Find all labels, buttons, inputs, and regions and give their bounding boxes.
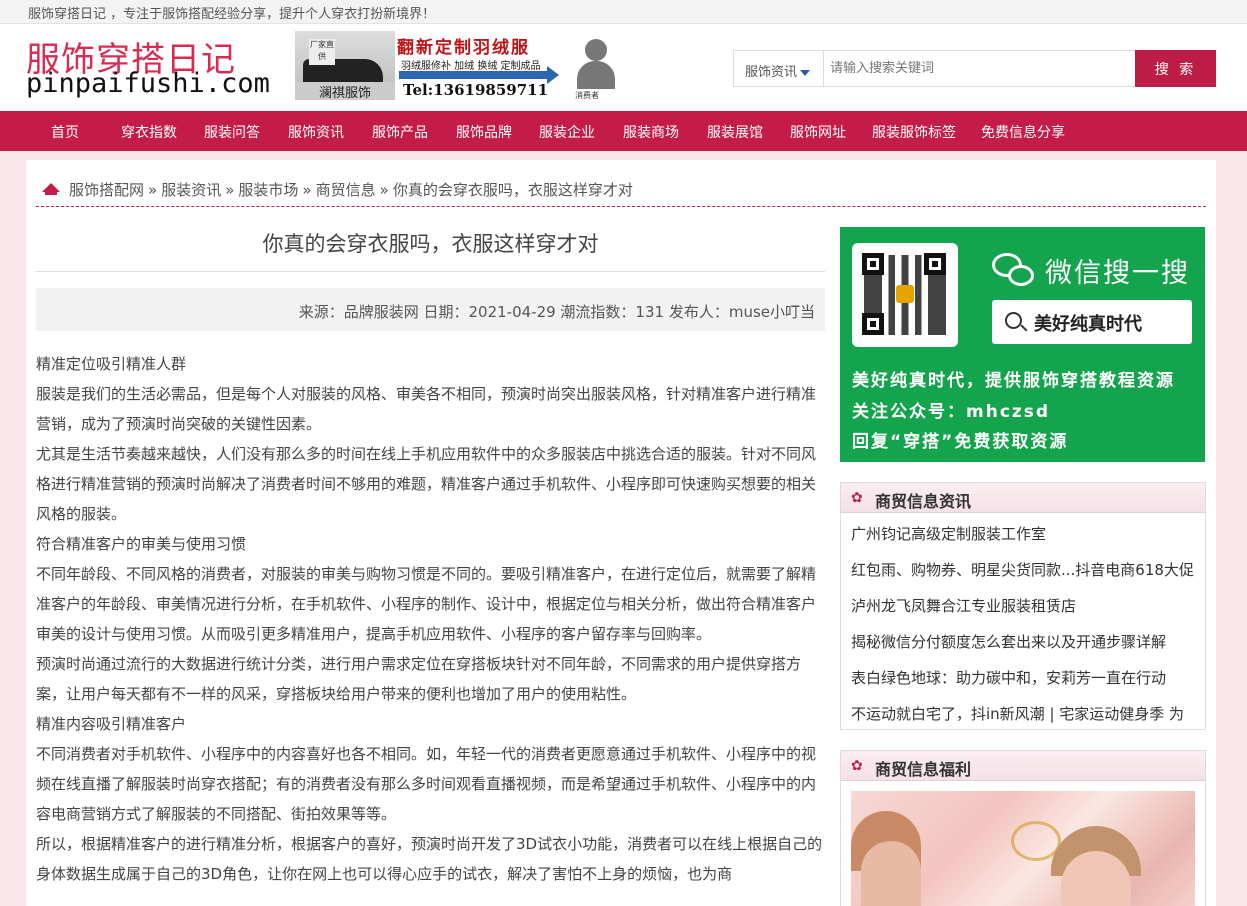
trade-welfare-box: ✿ 商贸信息福利 xyxy=(840,750,1206,906)
header: 服饰穿搭日记 pinpaifushi.com 厂家直供 澜祺服饰 翻新定制羽绒服… xyxy=(0,24,1247,111)
wechat-title: 微信搜一搜 xyxy=(1045,258,1190,289)
box-title: 商贸信息福利 xyxy=(875,760,972,779)
list-item[interactable]: 广州钧记高级定制服装工作室 xyxy=(851,516,1205,552)
flower-icon: ✿ xyxy=(851,758,863,774)
article-paragraph: 服装是我们的生活必需品，但是每个人对服装的风格、审美各不相同，预演时尚突出服装风… xyxy=(36,385,817,433)
nav-item-tags[interactable]: 服装服饰标签 xyxy=(872,122,956,142)
article-meta: 来源：品牌服装网 日期：2021-04-29 潮流指数：131 发布人：muse… xyxy=(36,288,825,331)
article-paragraph: 精准内容吸引精准客户 xyxy=(36,715,187,733)
banner-tag: 厂家直供 xyxy=(309,39,335,65)
site-logo-domain[interactable]: pinpaifushi.com xyxy=(26,68,270,99)
trade-news-box: ✿ 商贸信息资讯 广州钧记高级定制服装工作室 红包雨、购物券、明星尖货同款...… xyxy=(840,482,1206,730)
wechat-icon xyxy=(992,253,1036,289)
box-header: ✿ 商贸信息资讯 xyxy=(841,483,1205,513)
search-button[interactable]: 搜 索 xyxy=(1135,50,1216,87)
article-paragraph: 所以，根据精准客户的进行精准分析，根据客户的喜好，预演时尚开发了3D试衣小功能，… xyxy=(36,835,823,883)
nav-item-companies[interactable]: 服装企业 xyxy=(539,122,595,142)
nav-item-qa[interactable]: 服装问答 xyxy=(204,122,260,142)
breadcrumb-link-news[interactable]: 服装资讯 xyxy=(161,181,221,199)
nav-item-home[interactable]: 首页 xyxy=(51,122,79,142)
list-item[interactable]: 泸州龙飞凤舞合江专业服装租赁店 xyxy=(851,588,1205,624)
nav-item-brands[interactable]: 服饰品牌 xyxy=(456,122,512,142)
content-card: 服饰搭配网» 服装资讯» 服装市场» 商贸信息» 你真的会穿衣服吗，衣服这样穿才对 你真… xyxy=(26,160,1216,906)
nav-item-dress-index[interactable]: 穿衣指数 xyxy=(121,122,177,142)
article-paragraph: 预演时尚通过流行的大数据进行统计分类，进行用户需求定位在穿搭板块针对不同年龄，不… xyxy=(36,655,802,703)
nav-item-exhibitions[interactable]: 服装展馆 xyxy=(707,122,763,142)
breadcrumb-link-home[interactable]: 服饰搭配网 xyxy=(69,181,144,199)
banner-phone: Tel:13619859711 xyxy=(403,81,549,99)
list-item[interactable]: 揭秘微信分付额度怎么套出来以及开通步骤详解 xyxy=(851,624,1205,660)
main-nav: 首页 穿衣指数 服装问答 服饰资讯 服饰产品 服饰品牌 服装企业 服装商场 服装… xyxy=(0,111,1247,151)
sidebar: 微信搜一搜 美好纯真时代 美好纯真时代，提供服饰穿搭教程资源 关注公众号：mhc… xyxy=(840,227,1206,906)
banner-title: 翻新定制羽绒服 xyxy=(397,38,530,58)
breadcrumb-link-trade[interactable]: 商贸信息 xyxy=(316,181,376,199)
article-title: 你真的会穿衣服吗，衣服这样穿才对 xyxy=(36,220,825,272)
flower-icon: ✿ xyxy=(851,490,863,506)
search-category-select[interactable]: 服饰资讯 xyxy=(733,50,824,87)
ad-banner[interactable]: 厂家直供 澜祺服饰 翻新定制羽绒服 羽绒服修补 加绒 换绒 定制成品 Tel:1… xyxy=(295,31,623,100)
breadcrumb-current: 你真的会穿衣服吗，衣服这样穿才对 xyxy=(392,181,633,199)
breadcrumb: 服饰搭配网» 服装资讯» 服装市场» 商贸信息» 你真的会穿衣服吗，衣服这样穿才对 xyxy=(36,176,1206,207)
nav-item-products[interactable]: 服饰产品 xyxy=(372,122,428,142)
arrow-icon xyxy=(399,66,559,84)
box-header: ✿ 商贸信息福利 xyxy=(841,751,1205,781)
search-input[interactable] xyxy=(823,50,1136,87)
nav-item-websites[interactable]: 服饰网址 xyxy=(790,122,846,142)
welfare-image[interactable] xyxy=(851,791,1195,906)
nav-item-news[interactable]: 服饰资讯 xyxy=(288,122,344,142)
list-item[interactable]: 不运动就白宅了，抖in新风潮 | 宅家运动健身季 为 xyxy=(851,696,1205,729)
wechat-search-box: 美好纯真时代 xyxy=(992,300,1192,344)
search-icon xyxy=(1005,312,1022,329)
list-item[interactable]: 表白绿色地球：助力碳中和，安莉芳一直在行动 xyxy=(851,660,1205,696)
nav-item-free-info[interactable]: 免费信息分享 xyxy=(981,122,1065,142)
wechat-search-text: 美好纯真时代 xyxy=(1034,314,1142,335)
box-title: 商贸信息资讯 xyxy=(875,492,972,511)
breadcrumb-link-market[interactable]: 服装市场 xyxy=(238,181,298,199)
article-paragraph: 不同年龄段、不同风格的消费者，对服装的审美与购物习惯是不同的。要吸引精准客户，在… xyxy=(36,565,817,643)
wechat-promo[interactable]: 微信搜一搜 美好纯真时代 美好纯真时代，提供服饰穿搭教程资源 关注公众号：mhc… xyxy=(840,227,1205,462)
list-item[interactable]: 红包雨、购物券、明星尖货同款...抖音电商618大促 xyxy=(851,552,1205,588)
banner-subtitle: 羽绒服修补 加绒 换绒 定制成品 xyxy=(401,61,541,72)
nav-item-malls[interactable]: 服装商场 xyxy=(623,122,679,142)
home-icon xyxy=(42,183,60,195)
search-bar: 服饰资讯 搜 索 xyxy=(733,50,1216,87)
wechat-line: 关注公众号：mhczsd xyxy=(852,402,1051,422)
qr-code-icon xyxy=(852,243,958,347)
wechat-line: 美好纯真时代，提供服饰穿搭教程资源 xyxy=(852,371,1175,391)
wechat-line: 回复“穿搭”免费获取资源 xyxy=(852,432,1069,452)
site-slogan: 服饰穿搭日记 ，专注于服饰搭配经验分享，提升个人穿衣打扮新境界！ xyxy=(28,7,436,22)
sewing-machine-image: 厂家直供 澜祺服饰 xyxy=(295,31,395,100)
top-bar: 服饰穿搭日记 ，专注于服饰搭配经验分享，提升个人穿衣打扮新境界！ xyxy=(0,0,1247,24)
banner-caption: 消费者 xyxy=(575,91,599,100)
banner-shop-name: 澜祺服饰 xyxy=(295,82,395,100)
search-category-label: 服饰资讯 xyxy=(745,65,798,80)
chevron-down-icon xyxy=(800,69,811,76)
article-paragraph: 不同消费者对手机软件、小程序中的内容喜好也各不相同。如，年轻一代的消费者更愿意通… xyxy=(36,745,817,823)
article: 你真的会穿衣服吗，衣服这样穿才对 来源：品牌服装网 日期：2021-04-29 … xyxy=(36,220,825,889)
person-icon: 消费者 xyxy=(575,39,615,100)
article-paragraph: 尤其是生活节奏越来越快，人们没有那么多的时间在线上手机应用软件中的众多服装店中挑… xyxy=(36,445,817,523)
article-paragraph: 符合精准客户的审美与使用习惯 xyxy=(36,535,247,553)
article-paragraph: 精准定位吸引精准人群 xyxy=(36,355,187,373)
news-list: 广州钧记高级定制服装工作室 红包雨、购物券、明星尖货同款...抖音电商618大促… xyxy=(841,513,1205,729)
article-body: 精准定位吸引精准人群 服装是我们的生活必需品，但是每个人对服装的风格、审美各不相… xyxy=(36,349,825,889)
